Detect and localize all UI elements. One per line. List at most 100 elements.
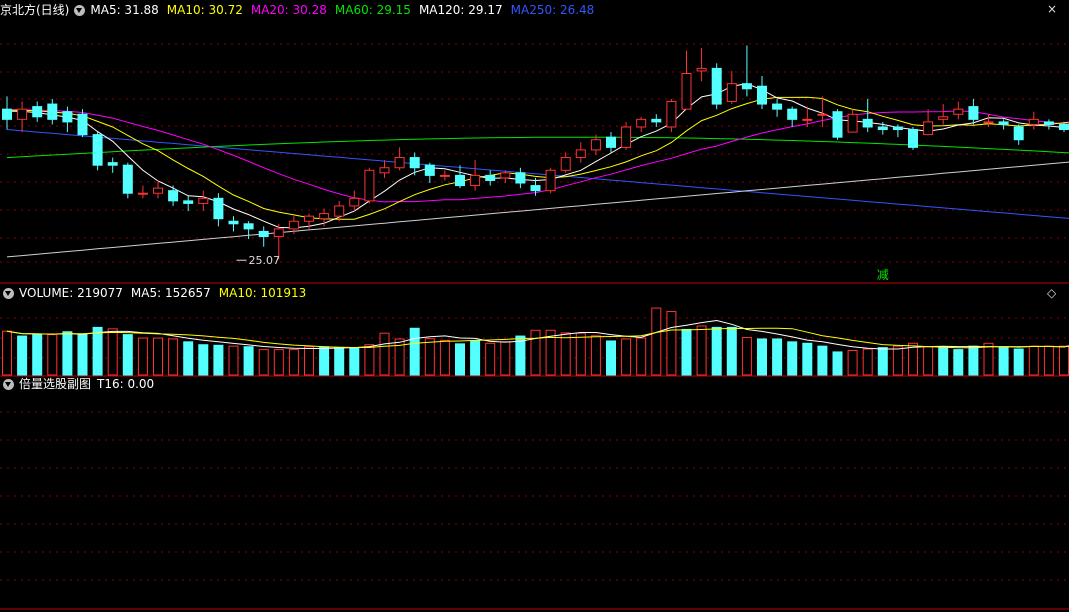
candle-body bbox=[153, 187, 163, 194]
volume-bar bbox=[741, 337, 752, 376]
volume-bar bbox=[696, 325, 707, 376]
candle-body bbox=[137, 192, 148, 195]
chevron-down-icon[interactable] bbox=[3, 287, 14, 299]
candle-body bbox=[304, 215, 314, 222]
volume-bar bbox=[62, 331, 73, 376]
candle-body bbox=[606, 136, 616, 148]
candle-body bbox=[288, 220, 299, 230]
ma20-readout: MA20: 30.28 bbox=[250, 3, 327, 17]
candle-body bbox=[590, 139, 601, 151]
candle-body bbox=[681, 72, 692, 110]
candle-body bbox=[741, 83, 752, 90]
volume-bar bbox=[711, 326, 722, 376]
candle-body bbox=[938, 116, 949, 120]
volume-bar bbox=[364, 344, 375, 376]
ma120-readout: MA120: 29.17 bbox=[418, 3, 503, 17]
candle-body bbox=[273, 228, 284, 238]
volume-bar bbox=[847, 349, 858, 376]
volume-bar bbox=[168, 338, 179, 376]
candle-body bbox=[47, 103, 58, 120]
volume-bar bbox=[1059, 345, 1069, 376]
ma10-line bbox=[7, 96, 1069, 220]
candle-body bbox=[575, 149, 586, 159]
candle-body bbox=[92, 134, 103, 166]
candle-body bbox=[983, 121, 994, 124]
candle-body bbox=[651, 118, 662, 123]
volume-bar bbox=[636, 337, 647, 376]
price-panel-header: 京北方(日线) MA5: 31.88 MA10: 30.72 MA20: 30.… bbox=[0, 1, 602, 19]
volume-bar bbox=[424, 338, 435, 376]
volume-bar bbox=[726, 326, 737, 376]
candle-body bbox=[62, 111, 73, 123]
volume-bar bbox=[575, 332, 586, 376]
volume-bar bbox=[681, 328, 692, 376]
candle-body bbox=[243, 223, 254, 230]
volume-bar bbox=[198, 344, 209, 376]
volume-bar bbox=[334, 346, 345, 376]
volume-bar bbox=[651, 307, 662, 376]
stock-chart[interactable]: 33.9025.07减买31.38元 bbox=[0, 0, 1069, 612]
candle-body bbox=[666, 101, 677, 128]
candle-body bbox=[560, 157, 571, 171]
candle-body bbox=[802, 118, 813, 121]
ma120-line bbox=[6, 161, 1069, 258]
chevron-down-icon[interactable] bbox=[74, 4, 86, 16]
volume-bar bbox=[243, 346, 254, 376]
candle-body bbox=[485, 174, 496, 181]
volume-bar bbox=[77, 334, 88, 376]
volume-bar bbox=[394, 338, 405, 376]
volume-bar bbox=[968, 345, 979, 376]
vol-ma10-readout: MA10: 101913 bbox=[218, 286, 307, 300]
volume-bar bbox=[877, 347, 888, 376]
stock-title: 京北方(日线) bbox=[0, 3, 70, 17]
close-icon[interactable]: × bbox=[1047, 2, 1057, 16]
candle-body bbox=[832, 111, 843, 138]
volume-bar bbox=[817, 345, 828, 376]
volume-bar bbox=[500, 341, 511, 376]
candle-body bbox=[1013, 126, 1024, 141]
candle-body bbox=[711, 67, 722, 105]
volume-bar bbox=[606, 340, 616, 376]
ma5-readout: MA5: 31.88 bbox=[90, 3, 159, 17]
volume-bar bbox=[621, 338, 632, 376]
candle-body bbox=[439, 174, 450, 177]
candle-body bbox=[847, 113, 858, 133]
candle-body bbox=[258, 230, 269, 238]
diamond-icon[interactable]: ◇ bbox=[1047, 286, 1056, 300]
sub-panel-title: 倍量选股副图 bbox=[19, 377, 92, 391]
candle-body bbox=[364, 169, 375, 202]
candle-body bbox=[817, 113, 828, 116]
candle-body bbox=[515, 172, 526, 184]
candle-body bbox=[32, 106, 43, 118]
volume-readout: VOLUME: 219077 bbox=[19, 286, 123, 300]
reduce-signal-label: 减 bbox=[877, 268, 889, 282]
candle-body bbox=[2, 108, 12, 120]
volume-bar bbox=[485, 342, 496, 376]
ma250-readout: MA250: 26.48 bbox=[510, 3, 595, 17]
candle-body bbox=[319, 213, 330, 220]
volume-bar bbox=[92, 326, 103, 376]
volume-bar bbox=[923, 346, 934, 376]
volume-bar bbox=[802, 342, 813, 376]
volume-bar bbox=[17, 335, 28, 376]
candle-body bbox=[470, 174, 481, 187]
volume-bar bbox=[107, 328, 118, 376]
chevron-down-icon[interactable] bbox=[3, 378, 14, 390]
volume-bar bbox=[213, 344, 224, 376]
candle-body bbox=[394, 157, 405, 169]
volume-panel-header: VOLUME: 219077 MA5: 152657 MA10: 101913 bbox=[0, 284, 314, 302]
candle-body bbox=[455, 174, 465, 187]
volume-bar bbox=[439, 339, 450, 376]
candle-body bbox=[213, 197, 224, 220]
volume-bar bbox=[892, 345, 903, 376]
volume-bar bbox=[153, 337, 163, 376]
volume-bar bbox=[666, 311, 677, 376]
low-price-label: 25.07 bbox=[249, 254, 281, 267]
candle-body bbox=[636, 118, 647, 128]
candle-body bbox=[334, 205, 345, 217]
candle-body bbox=[183, 200, 194, 204]
volume-bar bbox=[47, 334, 58, 376]
volume-bar bbox=[515, 335, 526, 376]
t16-readout: T16: 0.00 bbox=[97, 377, 155, 391]
volume-bar bbox=[258, 349, 269, 376]
